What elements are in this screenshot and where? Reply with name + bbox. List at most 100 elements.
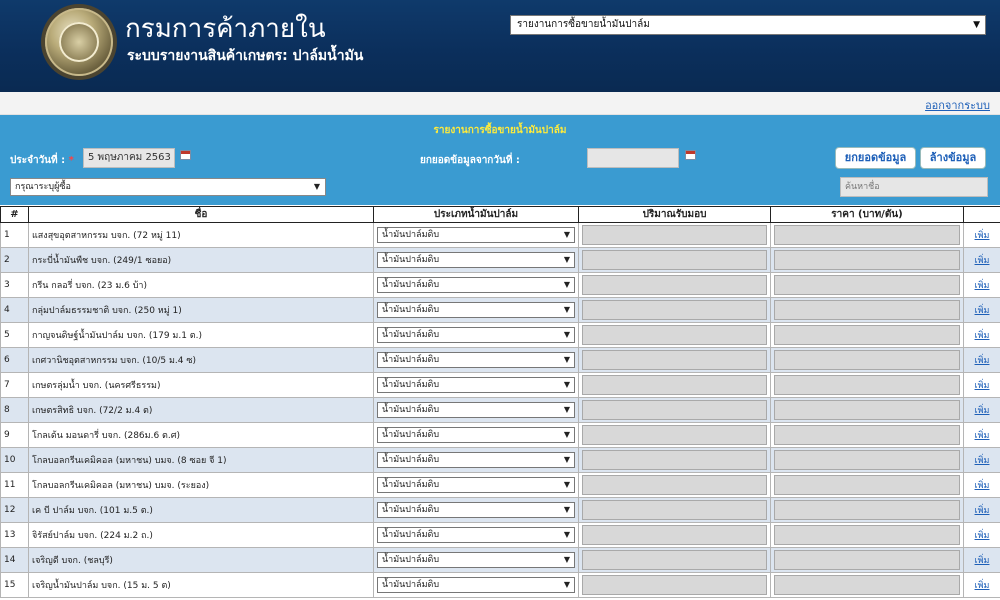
- price-input[interactable]: [774, 300, 960, 320]
- quantity-input[interactable]: [582, 325, 767, 345]
- add-link[interactable]: เพิ่ม: [963, 572, 1000, 598]
- table-row: 4 กลุ่มปาล์มธรรมชาติ บจก. (250 หมู่ 1) น้ำ…: [0, 297, 1000, 323]
- add-link[interactable]: เพิ่ม: [963, 322, 1000, 348]
- add-link[interactable]: เพิ่ม: [963, 547, 1000, 573]
- quantity-cell: [578, 497, 771, 523]
- oil-type-select[interactable]: น้ำมันปาล์มดิบ ▼: [377, 277, 575, 293]
- oil-type-select[interactable]: น้ำมันปาล์มดิบ ▼: [377, 527, 575, 543]
- add-link[interactable]: เพิ่ม: [963, 297, 1000, 323]
- price-input[interactable]: [774, 275, 960, 295]
- quantity-input[interactable]: [582, 575, 767, 595]
- oil-type-select[interactable]: น้ำมันปาล์มดิบ ▼: [377, 452, 575, 468]
- oil-type-cell: น้ำมันปาล์มดิบ ▼: [373, 497, 579, 523]
- add-link[interactable]: เพิ่ม: [963, 222, 1000, 248]
- triangle-down-icon: ▼: [563, 280, 570, 289]
- quantity-input[interactable]: [582, 425, 767, 445]
- add-link[interactable]: เพิ่ม: [963, 497, 1000, 523]
- table-row: 2 กระบี่น้ำมันพืช บจก. (249/1 ซอยอ) น้ำมัน…: [0, 247, 1000, 273]
- oil-type-value: น้ำมันปาล์มดิบ: [382, 455, 440, 465]
- table-row: 5 กาญจนดิษฐ์น้ำมันปาล์ม บจก. (179 ม.1 ต.)…: [0, 322, 1000, 348]
- quantity-input[interactable]: [582, 550, 767, 570]
- quantity-input[interactable]: [582, 375, 767, 395]
- report-date-input[interactable]: 5 พฤษภาคม 2563: [83, 148, 175, 168]
- price-cell: [770, 447, 964, 473]
- quantity-input[interactable]: [582, 300, 767, 320]
- row-number: 1: [0, 222, 29, 248]
- oil-type-select[interactable]: น้ำมันปาล์มดิบ ▼: [377, 402, 575, 418]
- row-number: 11: [0, 472, 29, 498]
- quantity-input[interactable]: [582, 275, 767, 295]
- oil-type-value: น้ำมันปาล์มดิบ: [382, 255, 440, 265]
- quantity-input[interactable]: [582, 450, 767, 470]
- quantity-input[interactable]: [582, 525, 767, 545]
- price-cell: [770, 322, 964, 348]
- oil-type-value: น้ำมันปาล์มดิบ: [382, 555, 440, 565]
- quantity-input[interactable]: [582, 350, 767, 370]
- table-row: 7 เกษตรลุ่มน้ำ บจก. (นครศรีธรรม) น้ำมันปาล…: [0, 372, 1000, 398]
- oil-type-select[interactable]: น้ำมันปาล์มดิบ ▼: [377, 252, 575, 268]
- oil-type-select[interactable]: น้ำมันปาล์มดิบ ▼: [377, 427, 575, 443]
- price-input[interactable]: [774, 550, 960, 570]
- price-input[interactable]: [774, 225, 960, 245]
- oil-type-select[interactable]: น้ำมันปาล์มดิบ ▼: [377, 327, 575, 343]
- add-link[interactable]: เพิ่ม: [963, 472, 1000, 498]
- quantity-input[interactable]: [582, 500, 767, 520]
- oil-type-select[interactable]: น้ำมันปาล์มดิบ ▼: [377, 502, 575, 518]
- add-link[interactable]: เพิ่ม: [963, 247, 1000, 273]
- quantity-cell: [578, 397, 771, 423]
- price-input[interactable]: [774, 525, 960, 545]
- buyer-select[interactable]: กรุณาระบุผู้ซื้อ ▼: [10, 178, 326, 196]
- quantity-input[interactable]: [582, 400, 767, 420]
- oil-type-cell: น้ำมันปาล์มดิบ ▼: [373, 322, 579, 348]
- buyer-name: โกลบอลกรีนเคมิคอล (มหาชน) บมจ. (ระยอง): [28, 472, 374, 498]
- date-label: ประจำวันที่ : *: [10, 155, 74, 166]
- price-input[interactable]: [774, 400, 960, 420]
- oil-type-value: น้ำมันปาล์มดิบ: [382, 380, 440, 390]
- price-input[interactable]: [774, 575, 960, 595]
- carry-date-input[interactable]: [587, 148, 679, 168]
- triangle-down-icon: ▼: [563, 305, 570, 314]
- add-link[interactable]: เพิ่ม: [963, 422, 1000, 448]
- price-input[interactable]: [774, 375, 960, 395]
- row-number: 2: [0, 247, 29, 273]
- oil-type-value: น้ำมันปาล์มดิบ: [382, 530, 440, 540]
- oil-type-select[interactable]: น้ำมันปาล์มดิบ ▼: [377, 352, 575, 368]
- oil-type-select[interactable]: น้ำมันปาล์มดิบ ▼: [377, 227, 575, 243]
- price-input[interactable]: [774, 500, 960, 520]
- add-link[interactable]: เพิ่ม: [963, 272, 1000, 298]
- calendar-icon[interactable]: [685, 150, 696, 160]
- quantity-input[interactable]: [582, 250, 767, 270]
- oil-type-cell: น้ำมันปาล์มดิบ ▼: [373, 347, 579, 373]
- price-input[interactable]: [774, 325, 960, 345]
- oil-type-select[interactable]: น้ำมันปาล์มดิบ ▼: [377, 552, 575, 568]
- price-input[interactable]: [774, 450, 960, 470]
- logout-link[interactable]: ออกจากระบบ: [925, 96, 990, 114]
- oil-type-select[interactable]: น้ำมันปาล์มดิบ ▼: [377, 577, 575, 593]
- quantity-input[interactable]: [582, 475, 767, 495]
- report-select[interactable]: รายงานการซื้อขายน้ำมันปาล์ม ▼: [510, 15, 986, 35]
- add-link[interactable]: เพิ่ม: [963, 522, 1000, 548]
- carry-forward-button[interactable]: ยกยอดข้อมูล: [835, 147, 916, 169]
- table-row: 3 กรีน กลอรี่ บจก. (23 ม.6 บ้า) น้ำมันปาล์…: [0, 272, 1000, 298]
- calendar-icon[interactable]: [180, 150, 191, 160]
- price-input[interactable]: [774, 425, 960, 445]
- clear-button[interactable]: ล้างข้อมูล: [920, 147, 986, 169]
- price-cell: [770, 422, 964, 448]
- add-link[interactable]: เพิ่ม: [963, 372, 1000, 398]
- price-input[interactable]: [774, 475, 960, 495]
- add-link[interactable]: เพิ่ม: [963, 347, 1000, 373]
- oil-type-cell: น้ำมันปาล์มดิบ ▼: [373, 297, 579, 323]
- col-header-price: ราคา (บาท/ตัน): [770, 206, 964, 223]
- row-number: 12: [0, 497, 29, 523]
- oil-type-select[interactable]: น้ำมันปาล์มดิบ ▼: [377, 302, 575, 318]
- triangle-down-icon: ▼: [563, 255, 570, 264]
- add-link[interactable]: เพิ่ม: [963, 397, 1000, 423]
- add-link[interactable]: เพิ่ม: [963, 447, 1000, 473]
- oil-type-select[interactable]: น้ำมันปาล์มดิบ ▼: [377, 377, 575, 393]
- price-input[interactable]: [774, 250, 960, 270]
- oil-type-value: น้ำมันปาล์มดิบ: [382, 505, 440, 515]
- oil-type-select[interactable]: น้ำมันปาล์มดิบ ▼: [377, 477, 575, 493]
- search-input[interactable]: ค้นหาชื่อ: [840, 177, 988, 197]
- price-input[interactable]: [774, 350, 960, 370]
- quantity-input[interactable]: [582, 225, 767, 245]
